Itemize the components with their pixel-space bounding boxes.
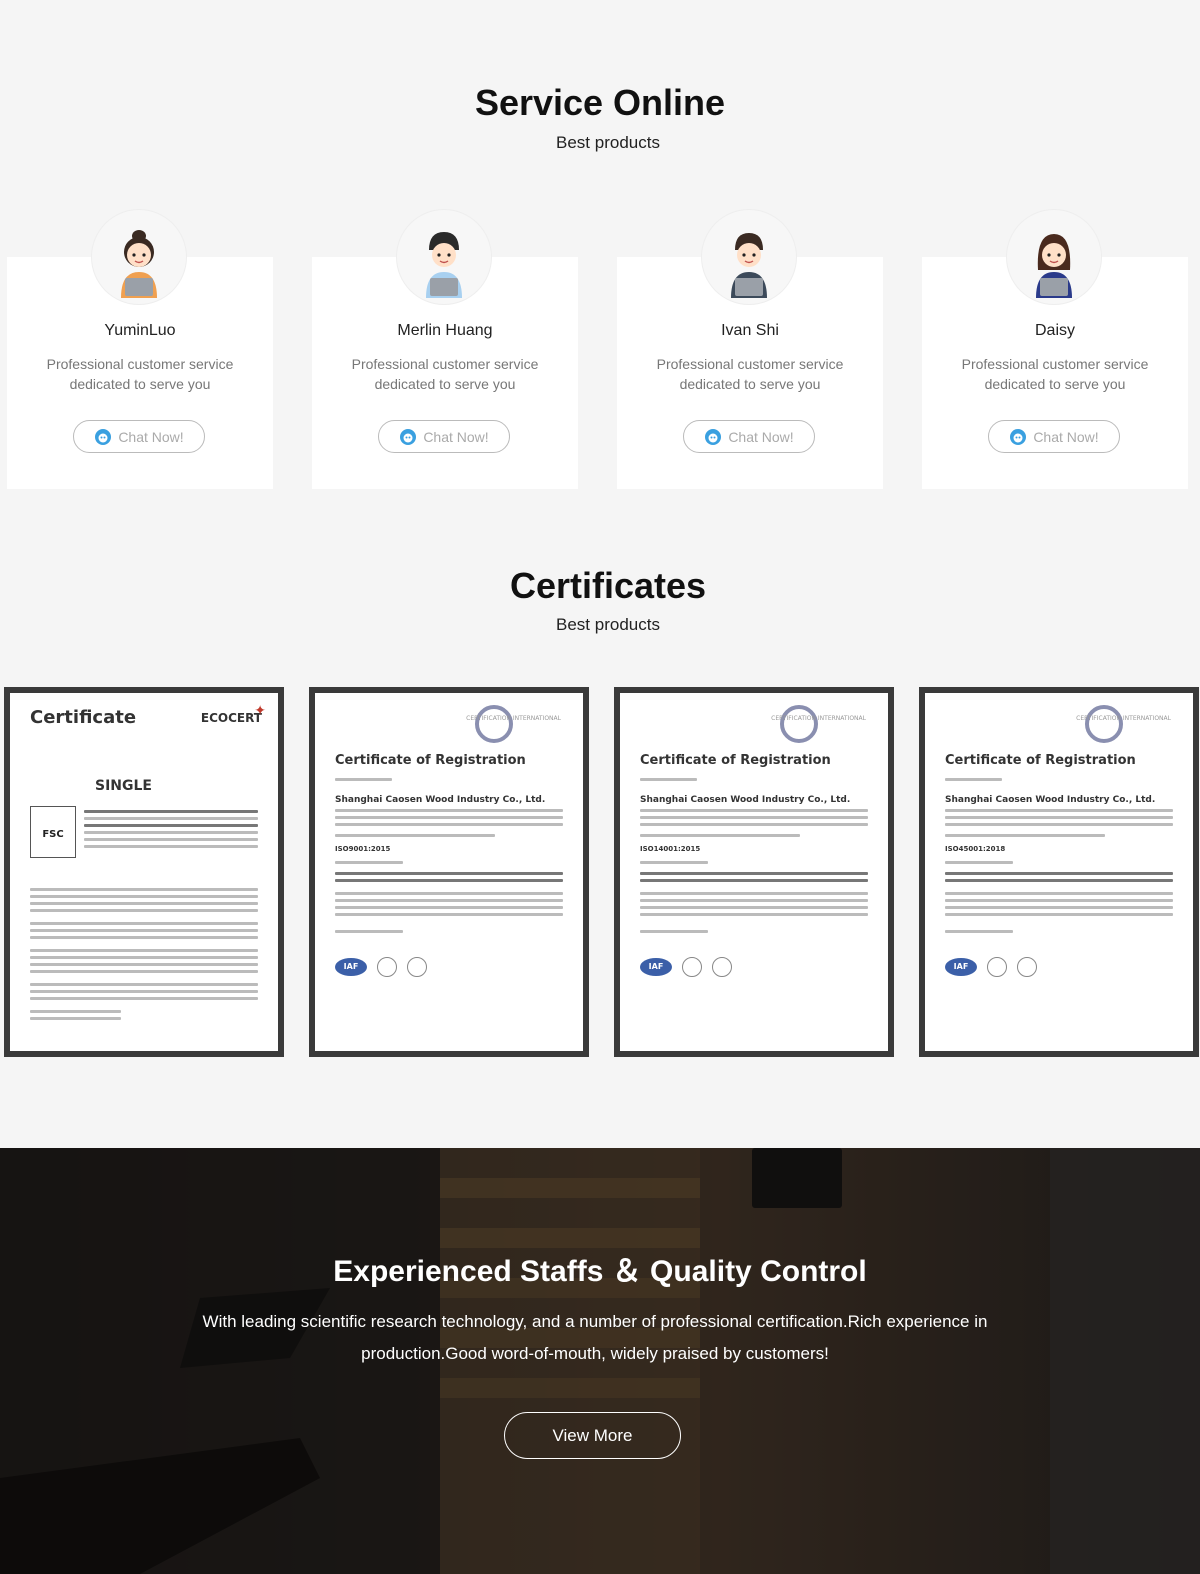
seal-icon <box>1017 957 1037 977</box>
certificates-title: Certificates <box>509 565 707 606</box>
cert-heading: Certificate of Registration <box>335 753 526 768</box>
agent-name: Merlin Huang <box>397 322 493 339</box>
agent-female-icon <box>121 230 157 298</box>
cert-logo-text: CERTIFICATION INTERNATIONAL <box>466 715 561 722</box>
agent-female-icon <box>1036 234 1072 298</box>
chat-bubble-icon <box>705 428 722 445</box>
agent-male-icon <box>731 233 767 298</box>
certification-logo-icon <box>1085 705 1123 743</box>
cert-heading: Certificate of Registration <box>945 753 1136 768</box>
quality-banner: Experienced Staffs ＆ Quality Control Wit… <box>0 1148 1200 1574</box>
chat-bubble-icon <box>1010 428 1027 445</box>
cert-heading: Certificate of Registration <box>640 753 831 768</box>
seal-icon <box>682 957 702 977</box>
iaf-badge: IAF <box>945 958 977 976</box>
chat-now-label: Chat Now! <box>423 428 489 445</box>
seal-icon <box>712 957 732 977</box>
cert-company: Shanghai Caosen Wood Industry Co., Ltd. <box>335 795 546 805</box>
chat-now-label: Chat Now! <box>118 428 184 445</box>
agent-name: Daisy <box>1034 322 1075 339</box>
avatar-daisy <box>1007 210 1101 304</box>
certification-logo-icon <box>780 705 818 743</box>
seal-icon <box>407 957 427 977</box>
avatar-yuminluo <box>92 210 186 304</box>
agent-name: Ivan Shi <box>721 322 779 339</box>
cert-logo-text: CERTIFICATION INTERNATIONAL <box>1076 715 1171 722</box>
cert-label: SINGLE <box>95 778 152 794</box>
cert-company: Shanghai Caosen Wood Industry Co., Ltd. <box>640 795 851 805</box>
avatar-merlin-huang <box>397 210 491 304</box>
service-subtitle: Best products <box>556 133 660 152</box>
banner-title: Experienced Staffs ＆ Quality Control <box>333 1255 867 1288</box>
agent-male-icon <box>426 232 462 298</box>
cert-standard: ISO14001:2015 <box>640 845 701 853</box>
service-title: Service Online <box>474 82 726 123</box>
banner-text: With leading scientific research technol… <box>202 1312 988 1363</box>
ecocert-logo: ECOCERT <box>200 711 262 725</box>
chat-bubble-icon <box>400 428 417 445</box>
certificates-subtitle: Best products <box>556 615 660 634</box>
chat-now-label: Chat Now! <box>728 428 794 445</box>
chat-now-button[interactable]: Chat Now! <box>988 420 1120 453</box>
agent-desc: Professional customer service dedicated … <box>961 356 1149 392</box>
certificate-fsc[interactable]: Certificate ECOCERT ✦ SINGLE FSC <box>4 687 284 1057</box>
iaf-badge: IAF <box>640 958 672 976</box>
agent-desc: Professional customer service dedicated … <box>656 356 844 392</box>
chat-now-label: Chat Now! <box>1033 428 1099 445</box>
agent-desc: Professional customer service dedicated … <box>351 356 539 392</box>
seal-icon <box>987 957 1007 977</box>
chat-now-button[interactable]: Chat Now! <box>73 420 205 453</box>
avatar-ivan-shi <box>702 210 796 304</box>
bird-icon: ✦ <box>254 703 266 719</box>
agent-desc: Professional customer service dedicated … <box>46 356 234 392</box>
cert-company: Shanghai Caosen Wood Industry Co., Ltd. <box>945 795 1156 805</box>
chat-bubble-icon <box>95 428 112 445</box>
seal-icon <box>377 957 397 977</box>
cert-standard: ISO9001:2015 <box>335 845 391 853</box>
chat-now-button[interactable]: Chat Now! <box>378 420 510 453</box>
fsc-logo: FSC <box>30 806 76 858</box>
certificate-iso14001[interactable]: CERTIFICATION INTERNATIONAL Certificate … <box>614 687 894 1057</box>
cert-logo-text: CERTIFICATION INTERNATIONAL <box>771 715 866 722</box>
certification-logo-icon <box>475 705 513 743</box>
cert-standard: ISO45001:2018 <box>945 845 1006 853</box>
view-more-button[interactable]: View More <box>504 1412 681 1459</box>
certificate-iso45001[interactable]: CERTIFICATION INTERNATIONAL Certificate … <box>919 687 1199 1057</box>
certificate-iso9001[interactable]: CERTIFICATION INTERNATIONAL Certificate … <box>309 687 589 1057</box>
iaf-badge: IAF <box>335 958 367 976</box>
agent-name: YuminLuo <box>104 322 176 339</box>
chat-now-button[interactable]: Chat Now! <box>683 420 815 453</box>
